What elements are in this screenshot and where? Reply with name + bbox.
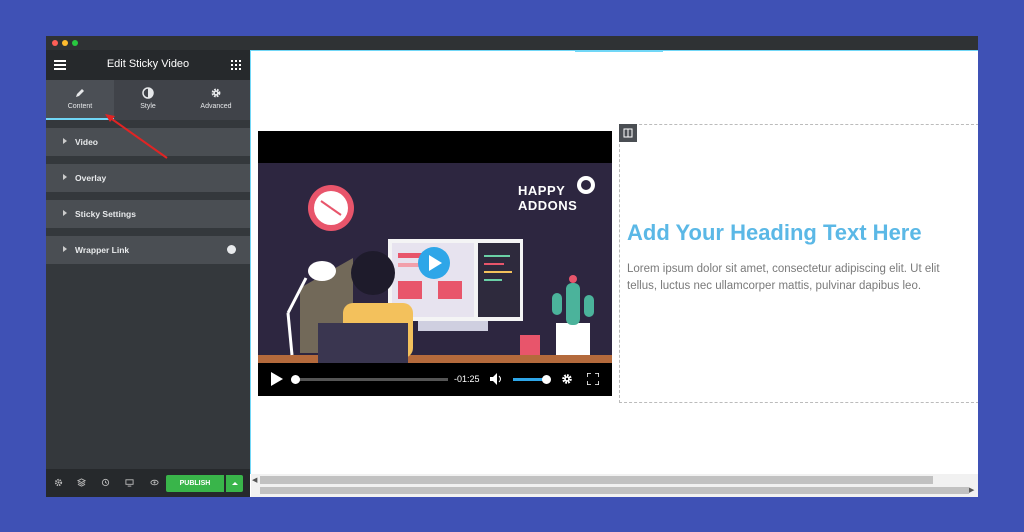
section-label: Wrapper Link — [75, 245, 130, 255]
section-sticky-settings[interactable]: Sticky Settings — [46, 200, 250, 228]
close-dot[interactable] — [52, 40, 58, 46]
video-thumbnail: HAPPY ADDONS — [258, 163, 612, 363]
fullscreen-icon[interactable] — [587, 373, 599, 385]
settings-icon[interactable] — [54, 478, 63, 487]
preview-icon[interactable] — [150, 478, 159, 487]
scroll-right-icon[interactable]: ▶ — [969, 486, 974, 494]
video-player[interactable]: HAPPY ADDONS -01:25 — [258, 131, 612, 396]
column-heading-text[interactable]: Add Your Heading Text Here Lorem ipsum d… — [619, 124, 978, 403]
section-wrapper-link[interactable]: Wrapper Link — [46, 236, 250, 264]
section-overlay[interactable]: Overlay — [46, 164, 250, 192]
scrollbar-thumb-lower[interactable] — [260, 487, 969, 494]
section-label: Overlay — [75, 173, 107, 183]
section-indicator — [575, 50, 663, 52]
panel-header: Edit Sticky Video — [46, 50, 250, 80]
brand-line-2: ADDONS — [518, 198, 578, 213]
window-titlebar — [46, 36, 978, 50]
publish-button[interactable]: PUBLISH — [166, 475, 224, 492]
caret-right-icon — [63, 174, 67, 180]
column-icon — [623, 128, 633, 138]
time-remaining: -01:25 — [454, 374, 480, 384]
maximize-dot[interactable] — [72, 40, 78, 46]
tab-content-label: Content — [67, 103, 93, 110]
pro-icon — [227, 245, 236, 254]
heading-text[interactable]: Add Your Heading Text Here — [627, 220, 922, 246]
brand-logo: HAPPY ADDONS — [518, 183, 577, 213]
section-label: Video — [75, 137, 98, 147]
volume-handle[interactable] — [542, 375, 551, 384]
widgets-grid-icon[interactable] — [231, 60, 241, 70]
caret-right-icon — [63, 210, 67, 216]
volume-icon[interactable] — [490, 373, 504, 385]
pencil-icon — [46, 87, 114, 99]
gear-icon — [182, 87, 250, 99]
section-label: Sticky Settings — [75, 209, 136, 219]
video-controls: -01:25 — [258, 363, 612, 396]
horizontal-scrollbar[interactable]: ◀ ▶ — [251, 474, 978, 497]
caret-right-icon — [63, 246, 67, 252]
column-edit-handle[interactable] — [619, 124, 637, 142]
brand-line-1: HAPPY — [518, 183, 566, 198]
minimize-dot[interactable] — [62, 40, 68, 46]
panel-title: Edit Sticky Video — [106, 58, 190, 70]
tab-advanced[interactable]: Advanced — [182, 80, 250, 120]
settings-gear-icon[interactable] — [561, 373, 573, 385]
layers-icon[interactable] — [77, 478, 86, 487]
panel-footer: PUBLISH — [46, 469, 250, 497]
responsive-icon[interactable] — [125, 478, 134, 487]
scroll-left-icon[interactable]: ◀ — [252, 476, 257, 484]
scrollbar-thumb[interactable] — [260, 476, 933, 484]
caret-right-icon — [63, 138, 67, 144]
play-icon[interactable] — [271, 372, 283, 386]
progress-handle[interactable] — [291, 375, 300, 384]
contrast-icon — [114, 87, 182, 99]
progress-track[interactable] — [294, 378, 448, 381]
browser-window: Edit Sticky Video Content Style Advanced… — [46, 36, 978, 497]
tab-advanced-label: Advanced — [200, 103, 232, 110]
tab-style-label: Style — [140, 103, 156, 110]
paragraph-text[interactable]: Lorem ipsum dolor sit amet, consectetur … — [627, 261, 967, 295]
annotation-arrow-icon — [105, 114, 168, 159]
editor-panel: Edit Sticky Video Content Style Advanced… — [46, 50, 250, 497]
publish-options-button[interactable] — [226, 475, 243, 492]
history-icon[interactable] — [101, 478, 110, 487]
editor-canvas: HAPPY ADDONS -01:25 Add Your Heading Tex… — [250, 50, 978, 474]
